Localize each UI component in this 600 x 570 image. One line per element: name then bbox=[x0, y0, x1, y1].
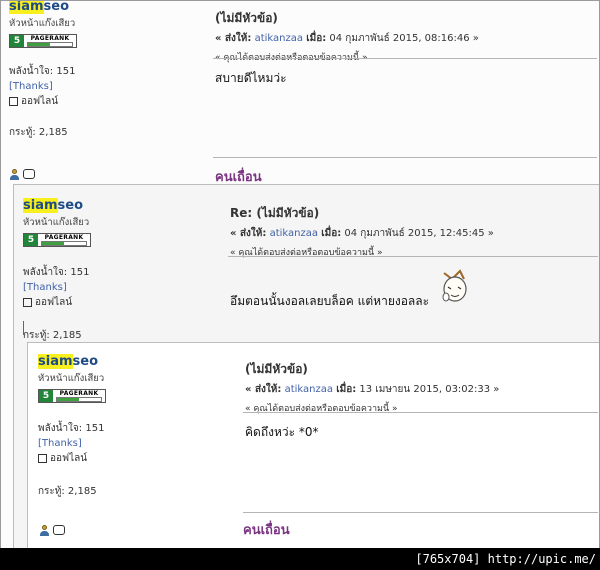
message-body: สบายดีไหมว่ะ bbox=[215, 71, 287, 85]
signature-divider bbox=[213, 157, 597, 158]
username-link[interactable]: siamseo bbox=[38, 354, 228, 369]
pagerank-label: PAGERANK bbox=[30, 35, 70, 42]
pagerank-badge: 5 PAGERANK bbox=[23, 233, 91, 247]
pm-icon[interactable] bbox=[23, 169, 35, 179]
message-meta: « ส่งให้: atikanzaa เมื่อ: 04 กุมภาพันธ์… bbox=[230, 228, 494, 239]
reply-status: « คุณได้ตอบส่งต่อหรือตอบข้อความนี้ » bbox=[215, 53, 368, 63]
karma-count: พลังน้ำใจ: 151 bbox=[38, 423, 105, 434]
header-divider bbox=[243, 412, 598, 413]
online-status: ออฟไลน์ bbox=[38, 451, 228, 466]
online-status: ออฟไลน์ bbox=[23, 295, 213, 310]
pagerank-bar bbox=[56, 397, 102, 402]
profile-icon[interactable] bbox=[9, 169, 20, 180]
message-subject[interactable]: (ไม่มีหัวข้อ) bbox=[245, 360, 499, 379]
profile-icon[interactable] bbox=[39, 525, 50, 536]
decor-icon bbox=[23, 321, 27, 335]
message-body: คิดถึงหว่ะ *0* bbox=[245, 425, 319, 439]
pagerank-bar bbox=[41, 241, 87, 246]
karma-count: พลังน้ำใจ: 151 bbox=[23, 267, 90, 278]
poster-sidebar: siamseo หัวหน้าแก๊งเสียว 5 PAGERANK พลัง… bbox=[23, 198, 213, 343]
message-meta: « ส่งให้: atikanzaa เมื่อ: 04 กุมภาพันธ์… bbox=[215, 33, 479, 44]
pagerank-badge: 5 PAGERANK bbox=[9, 34, 77, 48]
thanks-link[interactable]: [Thanks] bbox=[38, 438, 228, 449]
poster-icons bbox=[9, 169, 35, 180]
header-divider bbox=[228, 256, 598, 257]
signature-divider bbox=[243, 512, 598, 513]
message-header: (ไม่มีหัวข้อ) « ส่งให้: atikanzaa เมื่อ:… bbox=[215, 9, 479, 64]
poster-sidebar: siamseo หัวหน้าแก๊งเสียว 5 PAGERANK พลัง… bbox=[38, 354, 228, 499]
recipient-link[interactable]: atikanzaa bbox=[285, 384, 333, 395]
poster-sidebar: siamseo หัวหน้าแก๊งเสียว 5 PAGERANK พลัง… bbox=[9, 1, 199, 140]
member-rank: หัวหน้าแก๊งเสียว bbox=[38, 373, 105, 384]
pagerank-badge: 5 PAGERANK bbox=[38, 389, 106, 403]
emoticon-icon bbox=[442, 269, 467, 302]
pagerank-label: PAGERANK bbox=[44, 234, 84, 241]
status-box-icon bbox=[23, 298, 32, 307]
signature: คนเถื่อน bbox=[243, 523, 290, 538]
pagerank-bar bbox=[27, 42, 73, 47]
pm-icon[interactable] bbox=[53, 525, 65, 535]
message-header: Re: (ไม่มีหัวข้อ) « ส่งให้: atikanzaa เม… bbox=[230, 204, 494, 259]
post-count: กระทู้: 2,185 bbox=[23, 330, 82, 341]
post-count: กระทู้: 2,185 bbox=[38, 486, 97, 497]
message-subject[interactable]: Re: (ไม่มีหัวข้อ) bbox=[230, 204, 494, 223]
member-rank: หัวหน้าแก๊งเสียว bbox=[9, 18, 76, 29]
username-link[interactable]: siamseo bbox=[23, 198, 213, 213]
pagerank-number: 5 bbox=[24, 234, 38, 246]
pm-thread-frame: siamseo หัวหน้าแก๊งเสียว 5 PAGERANK พลัง… bbox=[0, 0, 600, 550]
username-link[interactable]: siamseo bbox=[9, 1, 199, 14]
karma-count: พลังน้ำใจ: 151 bbox=[9, 66, 76, 77]
member-rank: หัวหน้าแก๊งเสียว bbox=[23, 217, 90, 228]
thanks-link[interactable]: [Thanks] bbox=[9, 81, 199, 92]
status-box-icon bbox=[38, 454, 47, 463]
status-box-icon bbox=[9, 97, 18, 106]
poster-icons bbox=[23, 321, 27, 335]
thanks-link[interactable]: [Thanks] bbox=[23, 282, 213, 293]
image-host-watermark: [765x704] http://upic.me/ bbox=[0, 548, 600, 570]
recipient-link[interactable]: atikanzaa bbox=[255, 33, 303, 44]
message-meta: « ส่งให้: atikanzaa เมื่อ: 13 เมษายน 201… bbox=[245, 384, 500, 395]
online-status: ออฟไลน์ bbox=[9, 94, 199, 109]
pagerank-number: 5 bbox=[39, 390, 53, 402]
message-body: อึมตอนนั้นงอลเลยบล็อค แต่หายงอลละ bbox=[230, 294, 430, 308]
message-subject[interactable]: (ไม่มีหัวข้อ) bbox=[215, 9, 479, 28]
header-divider bbox=[213, 58, 597, 59]
pagerank-number: 5 bbox=[10, 35, 24, 47]
post-count: กระทู้: 2,185 bbox=[9, 127, 68, 138]
pagerank-label: PAGERANK bbox=[59, 390, 99, 397]
recipient-link[interactable]: atikanzaa bbox=[270, 228, 318, 239]
message-header: (ไม่มีหัวข้อ) « ส่งให้: atikanzaa เมื่อ:… bbox=[245, 360, 499, 415]
poster-icons bbox=[39, 525, 65, 536]
